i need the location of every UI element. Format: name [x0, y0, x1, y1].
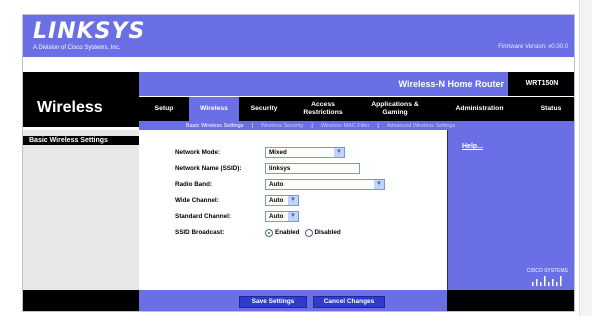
wide-channel-select[interactable]: Auto ▼ [265, 195, 299, 206]
radio-band-select[interactable]: Auto ▼ [265, 179, 385, 190]
chevron-down-icon[interactable]: ▼ [374, 180, 384, 189]
subtab-advanced-wireless-settings[interactable]: Advanced Wireless Settings [387, 123, 455, 129]
model-number: WRT150N [508, 72, 574, 96]
top-banner: LINKSYS A Division of Cisco Systems, Inc… [23, 15, 574, 57]
subtab-separator: | [377, 122, 379, 129]
tab-administration[interactable]: Administration [433, 97, 526, 121]
subtab-basic-wireless-settings[interactable]: Basic Wireless Settings [186, 123, 243, 129]
radio-band-label: Radio Band: [175, 181, 213, 188]
firmware-version: Firmware Version: v0.00.0 [498, 44, 568, 50]
sub-tabs: Basic Wireless Settings | Wireless Secur… [139, 121, 574, 130]
router-page: LINKSYS A Division of Cisco Systems, Inc… [22, 14, 575, 312]
footer-actions: Save Settings Cancel Changes [139, 290, 447, 311]
settings-form: Network Mode: Mixed ▼ Network Name (SSID… [139, 130, 447, 290]
product-name: Wireless-N Home Router [398, 79, 504, 89]
ssid-broadcast-enabled-radio[interactable]: Enabled [265, 228, 300, 237]
footer-right [447, 290, 574, 311]
radio-selected-icon[interactable] [265, 228, 273, 237]
tab-access-restrictions[interactable]: Access Restrictions [289, 97, 357, 121]
footer-left [23, 290, 139, 311]
standard-channel-label: Standard Channel: [175, 213, 231, 220]
ssid-broadcast-label: SSID Broadcast: [175, 229, 225, 236]
network-mode-value: Mixed [269, 149, 287, 156]
linksys-logo: LINKSYS A Division of Cisco Systems, Inc… [33, 19, 146, 52]
wide-channel-row: Wide Channel: Auto ▼ [175, 194, 299, 207]
tab-wireless[interactable]: Wireless [189, 97, 239, 121]
wide-channel-label: Wide Channel: [175, 197, 219, 204]
standard-channel-row: Standard Channel: Auto ▼ [175, 210, 299, 223]
ssid-broadcast-disabled-radio[interactable]: Disabled [304, 228, 341, 237]
subtab-wireless-mac-filter[interactable]: Wireless MAC Filter [321, 123, 370, 129]
ssid-label: Network Name (SSID): [175, 165, 242, 172]
save-settings-button[interactable]: Save Settings [239, 296, 307, 308]
cisco-bridge-icon [532, 276, 562, 286]
ssid-input[interactable]: linksys [265, 163, 360, 174]
wide-channel-value: Auto [269, 197, 284, 204]
left-section-heading: Basic Wireless Settings [23, 136, 139, 145]
left-panel [23, 130, 139, 290]
help-link[interactable]: Help... [462, 143, 483, 150]
standard-channel-value: Auto [269, 213, 284, 220]
network-mode-select[interactable]: Mixed ▼ [265, 147, 345, 158]
tab-security[interactable]: Security [239, 97, 289, 121]
subtab-wireless-security[interactable]: Wireless Security [261, 123, 303, 129]
vertical-scrollbar[interactable] [579, 0, 592, 316]
ssid-row: Network Name (SSID): linksys [175, 162, 360, 175]
subtab-separator: | [251, 122, 253, 129]
logo-text: LINKSYS [33, 19, 146, 44]
logo-subtitle: A Division of Cisco Systems, Inc. [33, 45, 121, 51]
enabled-label: Enabled [275, 229, 300, 236]
tab-status[interactable]: Status [526, 97, 574, 121]
radio-band-value: Auto [269, 181, 284, 188]
ssid-broadcast-row: SSID Broadcast: Enabled Disabled [175, 226, 346, 239]
banner-spacer [23, 57, 574, 72]
radio-unselected-icon[interactable] [304, 228, 313, 237]
network-mode-label: Network Mode: [175, 149, 221, 156]
cancel-changes-button[interactable]: Cancel Changes [313, 296, 385, 308]
subtab-separator: | [311, 122, 313, 129]
section-title: Wireless [37, 99, 103, 116]
section-header: Wireless [23, 72, 139, 127]
radio-band-row: Radio Band: Auto ▼ [175, 178, 385, 191]
disabled-label: Disabled [314, 229, 341, 236]
tab-applications-gaming[interactable]: Applications & Gaming [357, 97, 433, 121]
chevron-down-icon[interactable]: ▼ [288, 212, 298, 221]
chevron-down-icon[interactable]: ▼ [334, 148, 344, 157]
cisco-logo: CISCO SYSTEMS [527, 268, 568, 288]
help-panel: Help... CISCO SYSTEMS [447, 130, 574, 290]
cisco-logo-text: CISCO SYSTEMS [526, 268, 568, 274]
standard-channel-select[interactable]: Auto ▼ [265, 211, 299, 222]
network-mode-row: Network Mode: Mixed ▼ [175, 146, 345, 159]
main-tabs: Setup Wireless Security Access Restricti… [139, 97, 574, 121]
chevron-down-icon[interactable]: ▼ [288, 196, 298, 205]
product-row: Wireless-N Home Router WRT150N [139, 72, 574, 97]
tab-setup[interactable]: Setup [139, 97, 189, 121]
